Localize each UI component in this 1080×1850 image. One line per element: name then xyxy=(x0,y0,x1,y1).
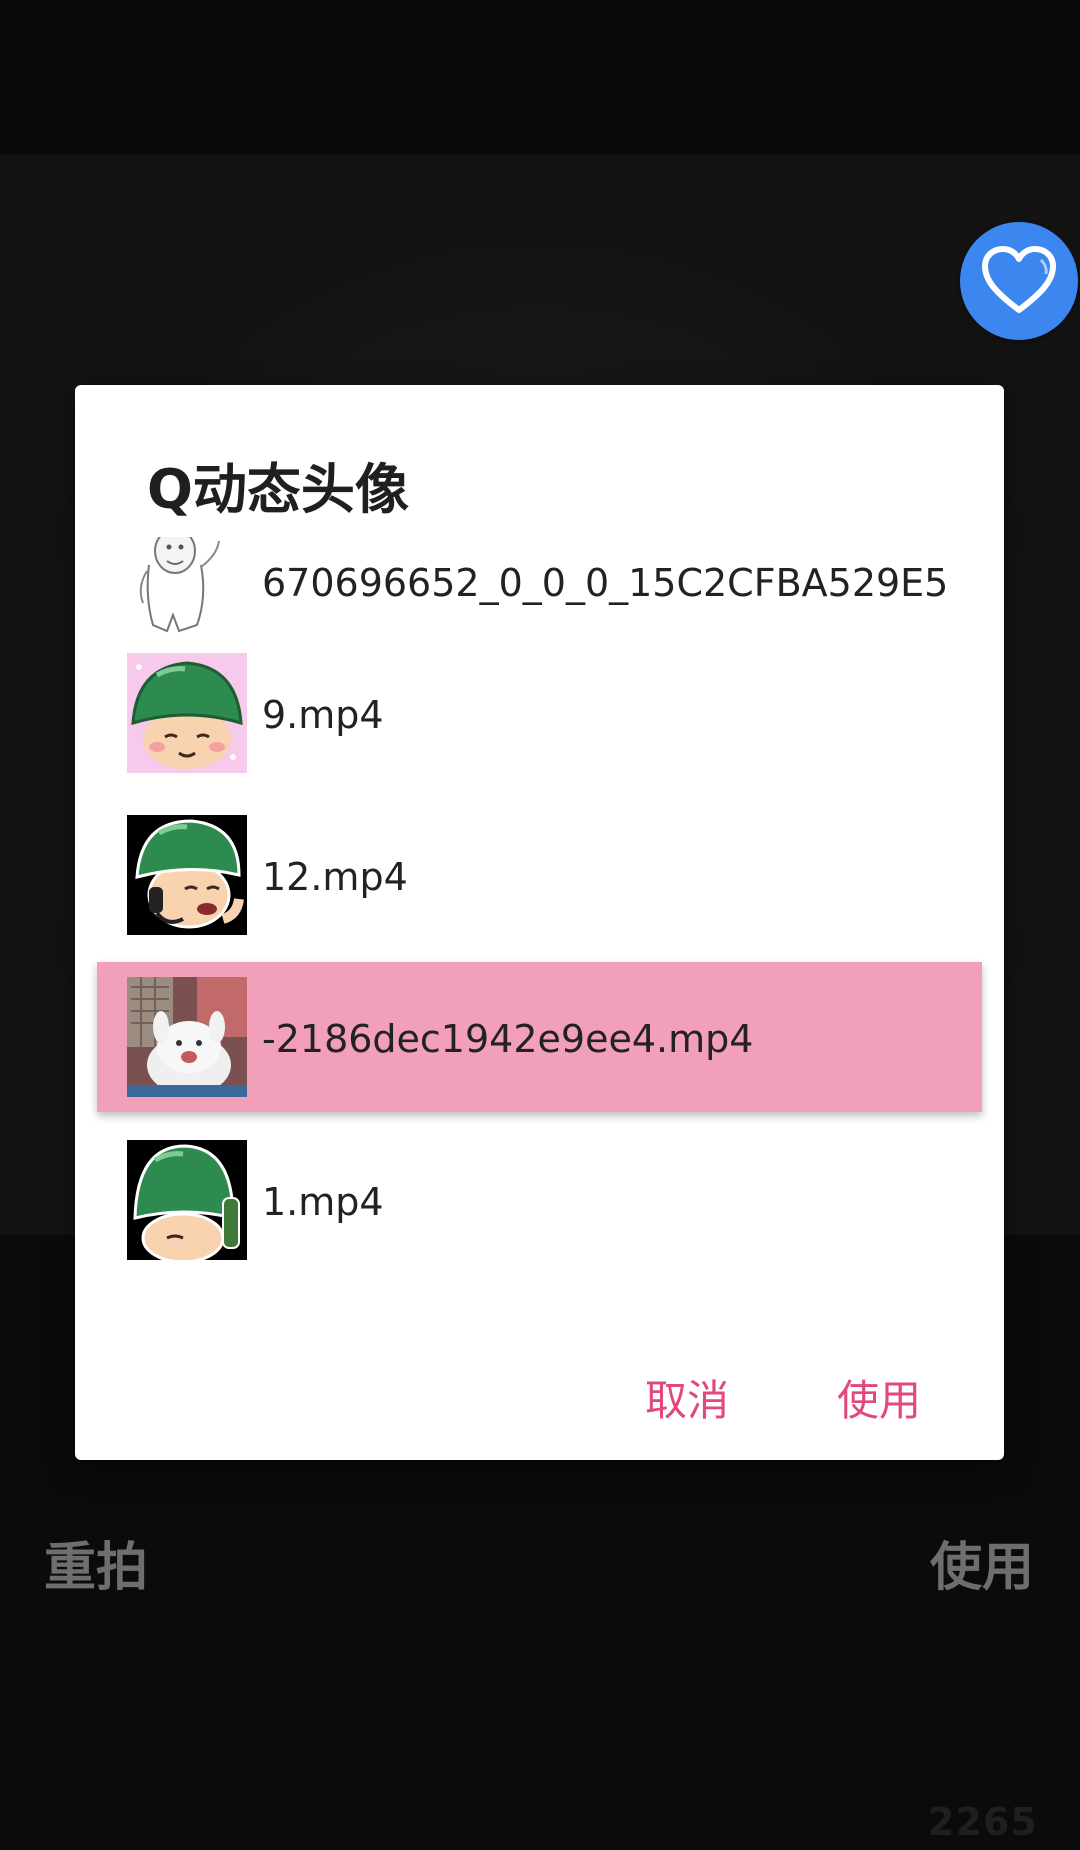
dialog-title: Q动态头像 xyxy=(147,458,409,521)
cancel-button[interactable]: 取消 xyxy=(645,1367,729,1428)
dialog-actions: 取消 使用 xyxy=(75,1345,1004,1445)
heart-icon xyxy=(982,246,1056,313)
list-item[interactable]: 1.mp4 xyxy=(75,1140,1004,1290)
file-list[interactable]: 670696652_0_0_0_15C2CFBA529E5 9.mp4 12.m… xyxy=(75,535,1004,1335)
camera-preview-screen: 重拍 使用 2265 Q动态头像 670696652_0_0_0_15C2CFB… xyxy=(0,0,1080,1850)
use-button[interactable]: 使用 xyxy=(930,1525,1034,1600)
file-picker-dialog: Q动态头像 670696652_0_0_0_15C2CFBA529E5 9.mp… xyxy=(75,385,1004,1460)
file-name: -2186dec1942e9ee4.mp4 xyxy=(262,1017,754,1061)
favorite-button[interactable] xyxy=(960,222,1078,340)
list-item[interactable]: 9.mp4 xyxy=(75,653,1004,803)
white-bunny-thumbnail xyxy=(127,977,247,1097)
watermark: 2265 xyxy=(928,1800,1038,1844)
green-helmet-smile-thumbnail xyxy=(127,653,247,773)
top-bar xyxy=(0,0,1080,155)
list-item-selected[interactable]: -2186dec1942e9ee4.mp4 xyxy=(75,962,1004,1112)
file-name: 12.mp4 xyxy=(262,855,408,899)
sketch-face-thumbnail xyxy=(127,537,247,657)
confirm-use-button[interactable]: 使用 xyxy=(837,1367,921,1428)
retake-button[interactable]: 重拍 xyxy=(44,1525,148,1600)
green-helmet-phone-thumbnail xyxy=(127,815,247,935)
file-name: 670696652_0_0_0_15C2CFBA529E5 xyxy=(262,561,949,605)
green-helmet-hide-thumbnail xyxy=(127,1140,247,1260)
list-item[interactable]: 12.mp4 xyxy=(75,815,1004,965)
file-name: 1.mp4 xyxy=(262,1180,384,1224)
file-name: 9.mp4 xyxy=(262,693,384,737)
